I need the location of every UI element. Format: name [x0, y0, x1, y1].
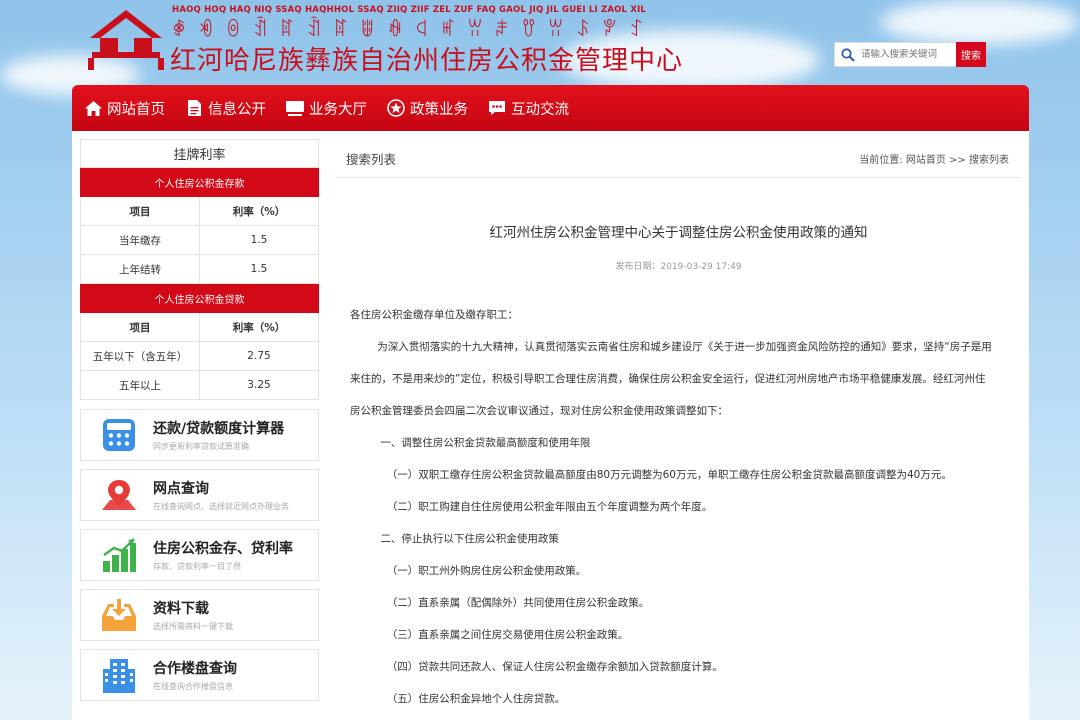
breadcrumb: 当前位置: 网站首页 >> 搜索列表 — [859, 151, 1009, 166]
site-name: 红河哈尼族彝族自治州住房公积金管理中心 — [170, 46, 684, 76]
nav-item-label: 信息公开 — [208, 101, 266, 118]
building-icon — [93, 653, 145, 697]
rate-value: 2.75 — [199, 341, 319, 371]
table-row: 五年以上 3.25 — [80, 370, 319, 400]
loan-rate-header: 个人住房公积金贷款 — [80, 283, 319, 313]
search-icon[interactable] — [835, 43, 861, 66]
service-title: 网点查询 — [153, 481, 209, 497]
interest-rate-table: 挂牌利率 个人住房公积金存款 项目 利率（%） 当年缴存 1.5 上年结转 1.… — [80, 139, 319, 400]
chat-icon — [488, 99, 506, 117]
rate-item: 五年以上 — [80, 370, 200, 400]
rate-value: 1.5 — [199, 225, 319, 255]
article-list-item: （二）职工购建自住住房使用公积金年限由五个年度调整为两个年度。 — [386, 501, 713, 513]
column-header-item: 项目 — [80, 196, 200, 226]
search-button[interactable]: 搜索 — [956, 42, 986, 67]
column-header-rate: 利率（%） — [199, 312, 319, 342]
article-list-item: （四）贷款共同还款人、保证人住房公积金缴存余额加入贷款额度计算。 — [386, 661, 723, 673]
nav-item-label: 网站首页 — [107, 101, 165, 118]
site-name-yi-script: ꑸ ꏓ ꉻ ꀉ ꍏ ꀉ ꍏ ꍔ ꊿ ꒉ ꎭ ꀕ ꌧ ꀎ ꀕ ꌺ ꐕ ꉘ — [172, 19, 647, 41]
download-tray-icon — [93, 593, 145, 637]
rate-table-title: 挂牌利率 — [80, 139, 319, 168]
site-header: HAOQ HOQ HAQ NIQ SSAQ HAQHHOL SSAQ ZIIQ … — [0, 0, 1080, 85]
housing-fund-logo[interactable] — [86, 8, 166, 70]
nav-item-label: 政策业务 — [410, 101, 468, 118]
article-section-heading: 一、调整住房公积金贷款最高额度和使用年限 — [380, 437, 591, 449]
service-partner-properties[interactable]: 合作楼盘查询 在线查询合作楼盘信息 — [80, 649, 319, 701]
rate-value: 1.5 — [199, 254, 319, 284]
rate-item: 当年缴存 — [80, 225, 200, 255]
service-subtitle: 在线查询网点、选择就近网点办理业务 — [153, 502, 289, 511]
column-header-item: 项目 — [80, 312, 200, 342]
service-subtitle: 选择所需资料一键下载 — [153, 622, 233, 631]
service-outlet-query[interactable]: 网点查询 在线查询网点、选择就近网点办理业务 — [80, 469, 319, 521]
service-loan-calculator[interactable]: 还款/贷款额度计算器 同步更新利率贷款试算准确 — [80, 409, 319, 461]
table-row: 上年结转 1.5 — [80, 254, 319, 284]
main-nav: 网站首页 信息公开 业务大厅 政策业务 互动交流 — [72, 85, 1029, 131]
list-header: 搜索列表 当前位置: 网站首页 >> 搜索列表 — [336, 139, 1021, 178]
rate-item: 上年结转 — [80, 254, 200, 284]
service-title: 住房公积金存、贷利率 — [153, 541, 293, 557]
article-list-item: （二）直系亲属（配偶除外）共同使用住房公积金政策。 — [386, 597, 650, 609]
nav-item-service-hall[interactable]: 业务大厅 — [286, 98, 367, 119]
service-downloads[interactable]: 资料下载 选择所需资料一键下载 — [80, 589, 319, 641]
article-list-item: （三）直系亲属之间住房交易使用住房公积金政策。 — [386, 629, 629, 641]
service-subtitle: 存款、贷款利率一目了然 — [153, 562, 241, 571]
article-body: 各住房公积金缴存单位及缴存职工： 为深入贯彻落实的十九大精神，认真贯彻落实云南省… — [336, 299, 1021, 715]
nav-item-info-disclosure[interactable]: 信息公开 — [185, 98, 266, 119]
table-row: 五年以下（含五年） 2.75 — [80, 341, 319, 371]
site-name-romanized: HAOQ HOQ HAQ NIQ SSAQ HAQHHOL SSAQ ZIIQ … — [172, 5, 647, 15]
home-icon — [84, 99, 102, 117]
monitor-icon — [286, 99, 304, 117]
column-header-rate: 利率（%） — [199, 196, 319, 226]
deposit-rate-header: 个人住房公积金存款 — [80, 167, 319, 197]
service-subtitle: 在线查询合作楼盘信息 — [153, 682, 233, 691]
sidebar: 挂牌利率 个人住房公积金存款 项目 利率（%） 当年缴存 1.5 上年结转 1.… — [80, 139, 319, 701]
search-box: 搜索 — [834, 42, 986, 67]
main-content: 搜索列表 当前位置: 网站首页 >> 搜索列表 红河州住房公积金管理中心关于调整… — [336, 139, 1021, 715]
rate-item: 五年以下（含五年） — [80, 341, 200, 371]
nav-item-interaction[interactable]: 互动交流 — [488, 98, 569, 119]
article-section-heading: 二、停止执行以下住房公积金使用政策 — [380, 533, 559, 545]
article-list-item: （一）双职工缴存住房公积金贷款最高额度由80万元调整为60万元，单职工缴存住房公… — [386, 469, 952, 481]
article-date: 发布日期：2019-03-29 17:49 — [615, 262, 742, 272]
rate-value: 3.25 — [199, 370, 319, 400]
service-subtitle: 同步更新利率贷款试算准确 — [153, 442, 249, 451]
article-salutation: 各住房公积金缴存单位及缴存职工： — [350, 309, 518, 321]
search-input[interactable] — [861, 49, 957, 60]
bar-chart-icon — [93, 533, 145, 577]
article-title: 红河州住房公积金管理中心关于调整住房公积金使用政策的通知 — [489, 225, 868, 241]
table-row: 当年缴存 1.5 — [80, 225, 319, 255]
service-title: 资料下载 — [153, 601, 209, 617]
article-list-item: （一）职工州外购房住房公积金使用政策。 — [386, 565, 587, 577]
nav-item-home[interactable]: 网站首页 — [84, 98, 165, 119]
breadcrumb-home-link[interactable]: 网站首页 — [906, 155, 946, 166]
list-title: 搜索列表 — [346, 151, 397, 167]
nav-item-label: 互动交流 — [511, 101, 569, 118]
calculator-icon — [93, 413, 145, 457]
map-pin-icon — [93, 473, 145, 517]
breadcrumb-current: 搜索列表 — [969, 154, 1009, 166]
service-rates[interactable]: 住房公积金存、贷利率 存款、贷款利率一目了然 — [80, 529, 319, 581]
article-intro: 为深入贯彻落实的十九大精神，认真贯彻落实云南省住房和城乡建设厅《关于进一步加强资… — [350, 341, 992, 417]
nav-item-label: 业务大厅 — [309, 101, 367, 118]
service-title: 还款/贷款额度计算器 — [153, 421, 285, 437]
breadcrumb-label: 当前位置: — [859, 154, 903, 166]
star-badge-icon — [387, 99, 405, 117]
article-list-item: （五）住房公积金异地个人住房贷款。 — [386, 693, 566, 705]
breadcrumb-separator: >> — [949, 154, 966, 166]
service-title: 合作楼盘查询 — [153, 661, 237, 677]
nav-item-policy[interactable]: 政策业务 — [387, 98, 468, 119]
document-icon — [185, 99, 203, 117]
